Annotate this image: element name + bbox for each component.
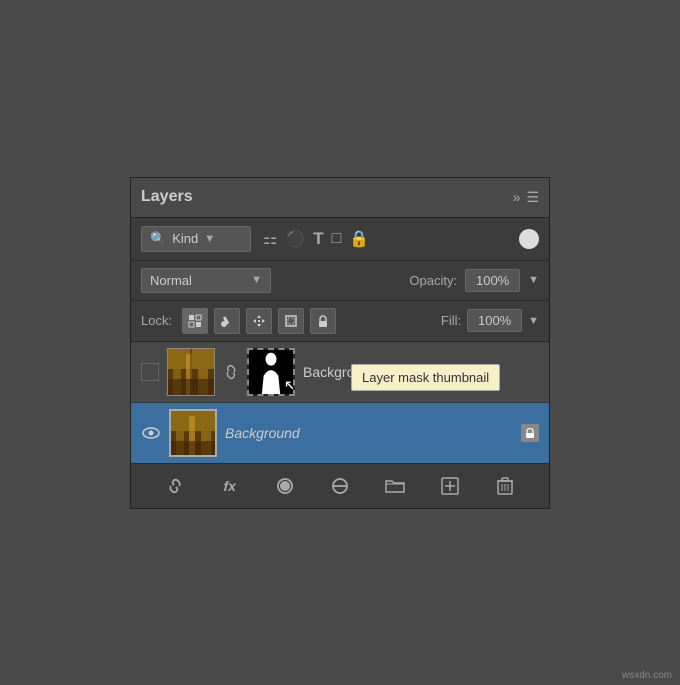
fx-btn[interactable]: fx [216,472,244,500]
mask-thumb [249,350,293,394]
header-icons: » ☰ [513,189,539,206]
layer-name-background: Background [225,425,513,441]
layer-item-background[interactable]: Background [131,403,549,463]
lock-pixels-btn[interactable] [182,308,208,334]
trash-icon [497,477,513,495]
grid-icon [188,314,202,328]
blend-mode-label: Normal [150,273,192,288]
filter-toggle[interactable] [519,229,539,249]
blend-chevron-icon: ▼ [251,274,262,286]
opacity-label: Opacity: [409,273,457,288]
layer-lock-icon [521,424,539,442]
photo-svg [168,349,215,396]
lock-label: Lock: [141,313,172,328]
new-layer-icon [441,477,459,495]
layer-thumbnail-bg-photo[interactable] [169,409,217,457]
mask-svg [249,348,293,396]
delete-layer-btn[interactable] [491,472,519,500]
crop-icon [284,314,298,328]
layer-link-icon[interactable] [223,364,239,380]
lock-fill-row: Lock: [131,301,549,342]
shape-filter-icon[interactable]: □ [332,230,342,248]
panel-header: Layers » ☰ [131,178,549,218]
link-layers-btn[interactable] [161,472,189,500]
move-icon [252,314,266,328]
blend-mode-select[interactable]: Normal ▼ [141,268,271,293]
smart-filter-icon[interactable]: 🔒 [349,229,369,249]
lock-all-btn[interactable] [310,308,336,334]
opacity-input[interactable]: 100% [465,269,520,292]
fill-label: Fill: [441,313,461,328]
new-group-btn[interactable] [381,472,409,500]
lock-small-icon [524,427,536,439]
blend-opacity-row: Normal ▼ Opacity: 100% ▼ [131,261,549,301]
adjustment-filter-icon[interactable]: ⚫ [285,229,305,249]
watermark: wsxdn.com [622,670,672,681]
lock-icon [316,314,330,328]
fill-input[interactable]: 100% [467,309,522,332]
menu-icon[interactable]: ☰ [526,189,539,206]
new-layer-btn[interactable] [436,472,464,500]
lock-image-btn[interactable] [214,308,240,334]
fill-chevron-icon[interactable]: ▼ [528,315,539,327]
filter-row: 🔍 Kind ▼ ⚏ ⚫ T □ 🔒 [131,218,549,261]
lock-artboard-btn[interactable] [278,308,304,334]
visibility-checkbox[interactable] [141,363,159,381]
search-icon: 🔍 [150,231,166,247]
layer-thumbnail-photo[interactable] [167,348,215,396]
eye-icon [142,426,160,440]
opacity-chevron-icon[interactable]: ▼ [528,274,539,286]
new-fill-adjustment-btn[interactable] [271,472,299,500]
expand-icon[interactable]: » [513,189,521,205]
photo-thumb [168,349,214,395]
kind-label: Kind [172,231,198,246]
bg-photo-svg [171,411,217,457]
brush-icon [220,314,234,328]
visibility-icon[interactable] [141,426,161,440]
filter-icons: ⚏ ⚫ T □ 🔒 [263,229,369,249]
lock-position-btn[interactable] [246,308,272,334]
layer-item-background-copy[interactable]: ↖ Layer mask thumbnail Background copy [131,342,549,403]
layer-name-background-copy: Background copy [303,364,539,380]
kind-select[interactable]: 🔍 Kind ▼ [141,226,251,252]
kind-chevron-icon: ▼ [204,233,215,245]
panel-title: Layers [141,188,193,206]
layers-panel: Layers » ☰ 🔍 Kind ▼ ⚏ ⚫ T □ 🔒 Normal ▼ O… [130,177,550,509]
layers-list: ↖ Layer mask thumbnail Background copy [131,342,549,463]
folder-icon [385,478,405,494]
footer-link-icon [165,478,185,494]
circle-icon [276,477,294,495]
layer-mask-thumbnail[interactable]: ↖ [247,348,295,396]
image-filter-icon[interactable]: ⚏ [263,229,277,249]
no-entry-icon [331,477,349,495]
delete-mask-btn[interactable] [326,472,354,500]
panel-footer: fx [131,463,549,508]
link-icon [223,364,239,380]
type-filter-icon[interactable]: T [313,229,323,249]
